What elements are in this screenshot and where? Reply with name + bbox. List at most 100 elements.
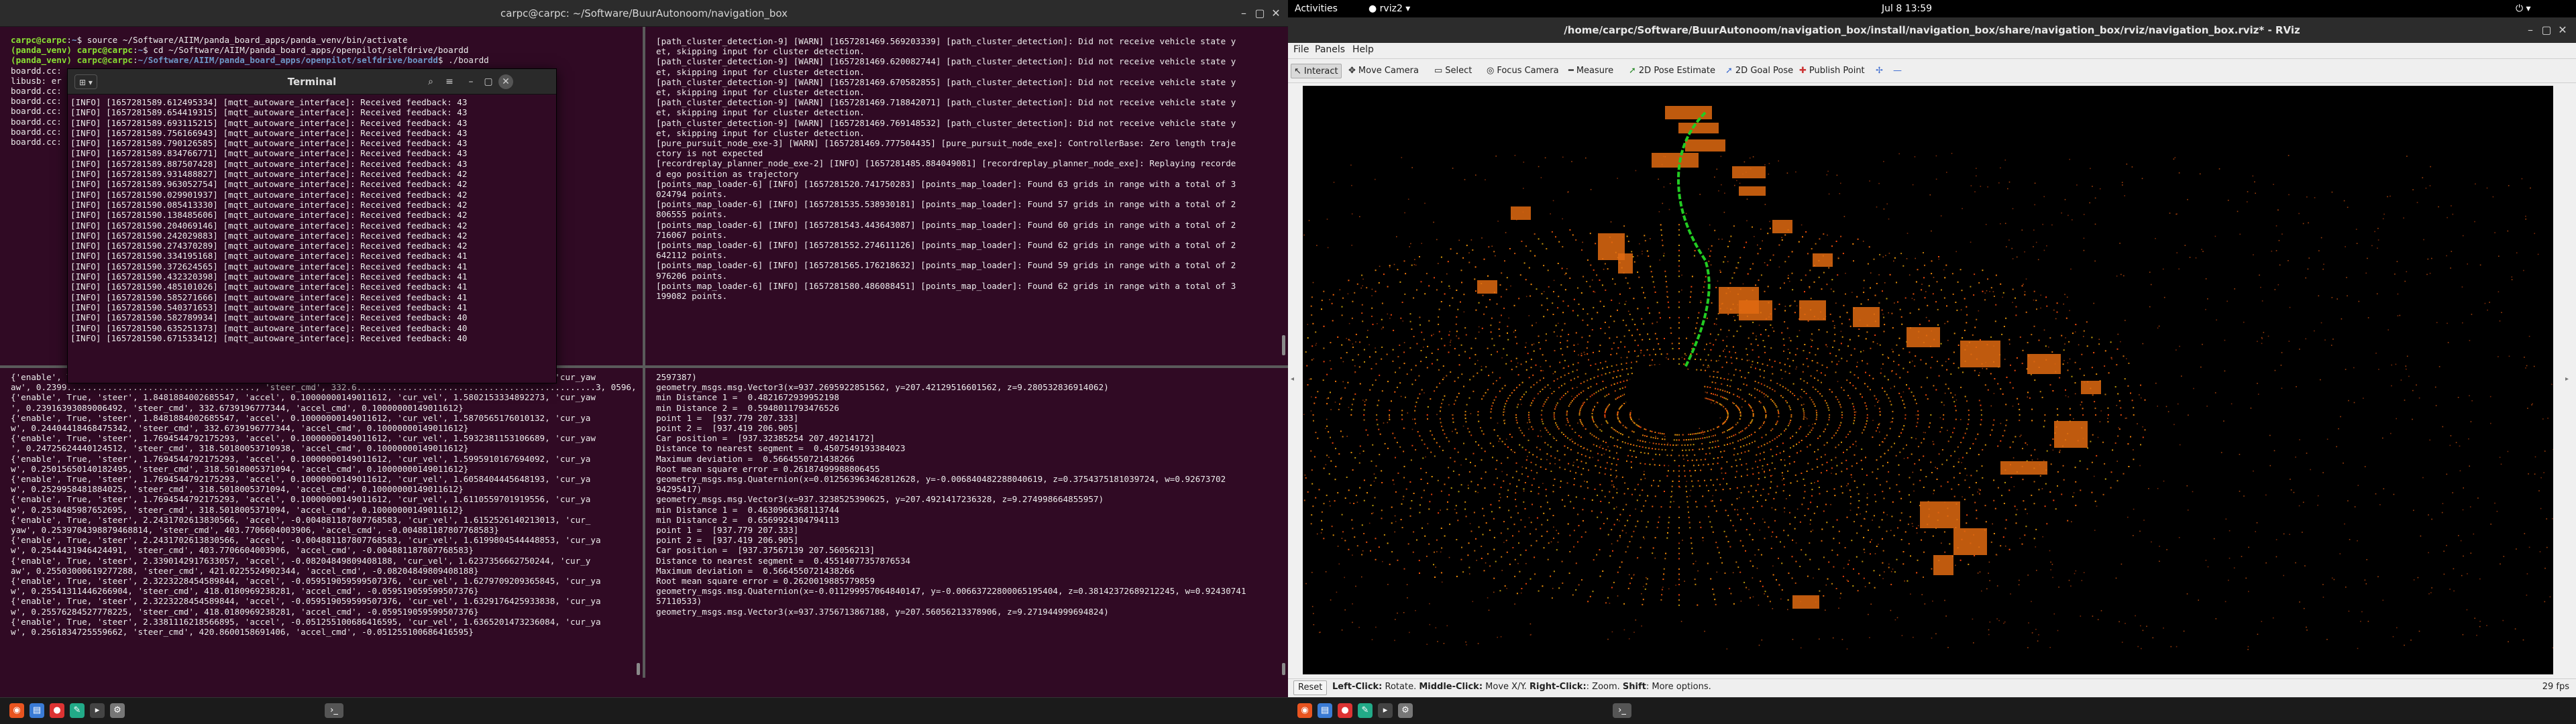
floating-terminal-output[interactable]: [INFO] [1657281589.612495334] [mqtt_auto… [68, 95, 556, 383]
map-point [1754, 554, 1756, 556]
lidar-point [1766, 463, 1768, 465]
scrollbar[interactable] [1282, 663, 1285, 675]
maximize-icon[interactable]: ▢ [1252, 5, 1268, 21]
tool-move-camera[interactable]: ✥ Move Camera [1348, 64, 1419, 78]
lidar-point [1882, 562, 1884, 564]
scrollbar[interactable] [637, 663, 640, 675]
maximize-icon[interactable]: ▢ [2538, 22, 2555, 38]
apps-icon[interactable]: ◉ [9, 703, 24, 718]
add-tool-icon[interactable]: ✢ [1876, 64, 1883, 78]
map-point [1835, 302, 1837, 304]
tool-measure[interactable]: ━ Measure [1568, 64, 1613, 78]
minimize-icon[interactable]: – [2522, 22, 2538, 38]
search-icon[interactable]: ⌕ [423, 74, 438, 89]
terminal-pane-bottom-right[interactable]: 2597387) geometry_msgs.msg.Vector3(x=937.… [645, 368, 1288, 678]
point-cloud-render[interactable] [1303, 86, 2553, 674]
map-point [1371, 295, 1373, 296]
minimize-icon[interactable]: – [1236, 5, 1252, 21]
editor-icon[interactable]: ✎ [70, 703, 85, 718]
scrollbar[interactable] [1282, 335, 1285, 355]
lidar-point [1880, 372, 1882, 374]
files-icon[interactable]: ▤ [30, 703, 44, 718]
lidar-point [1817, 391, 1819, 393]
map-point [2245, 577, 2247, 579]
map-point [1635, 508, 1636, 510]
lidar-point [1363, 349, 1365, 351]
close-icon[interactable]: ✕ [498, 74, 513, 89]
terminal-line: ', 0.23916393089006492, 'steer_cmd', 332… [11, 402, 464, 413]
map-point [1863, 287, 1865, 289]
lidar-point [1846, 468, 1848, 470]
right-dock-handle[interactable]: ▸ [2565, 375, 2569, 383]
minimize-icon[interactable]: – [464, 74, 478, 89]
terminal-pane-top-right[interactable]: [path_cluster_detection-9] [WARN] [16572… [645, 27, 1288, 365]
map-point [1856, 445, 1857, 446]
tool-2d-goal-pose[interactable]: ➚ 2D Goal Pose [1725, 64, 1793, 78]
system-tray-icon[interactable]: ⏻ ▾ [2516, 0, 2531, 17]
menu-help[interactable]: Help [1352, 44, 1374, 55]
map-point [2099, 421, 2101, 422]
active-app-icon[interactable]: ›_ [325, 703, 343, 718]
tool-2d-pose-estimate[interactable]: ➚ 2D Pose Estimate [1629, 64, 1715, 78]
menu-file[interactable]: File [1293, 44, 1309, 55]
lidar-point [1609, 371, 1611, 373]
lidar-point [1515, 471, 1517, 473]
terminal-pane-bottom-left[interactable]: {'enable', True, 'steer', 1.848188400268… [0, 368, 643, 678]
tool-focus-camera[interactable]: ◎ Focus Camera [1487, 64, 1559, 78]
lidar-point [2002, 536, 2004, 538]
settings-icon[interactable]: ⚙ [110, 703, 125, 718]
menu-panels[interactable]: Panels [1315, 44, 1345, 55]
3d-viewport[interactable] [1303, 86, 2553, 674]
terminal-icon[interactable]: ▸ [90, 703, 105, 718]
lidar-point [1509, 434, 1511, 435]
clock[interactable]: Jul 8 13:59 [1882, 0, 1932, 17]
rviz-titlebar[interactable]: /home/carpc/Software/BuurAutonoom/naviga… [1288, 17, 2576, 43]
remove-tool-icon[interactable]: — [1893, 64, 1902, 78]
lidar-point [1539, 448, 1541, 450]
map-point [1882, 313, 1884, 315]
map-point [2322, 597, 2324, 598]
map-point [2250, 408, 2252, 409]
lidar-point [1415, 422, 1416, 424]
lidar-point [1765, 414, 1767, 416]
lidar-point [1678, 316, 1680, 318]
maximize-icon[interactable]: ▢ [481, 74, 496, 89]
map-point [1424, 202, 1426, 204]
lidar-point [1656, 526, 1658, 528]
close-icon[interactable]: ✕ [1268, 5, 1284, 21]
pane-divider[interactable] [643, 27, 645, 678]
floating-terminal-window[interactable]: ⊞ ▾ Terminal ⌕ ≡ – ▢ ✕ [INFO] [165728158… [67, 68, 557, 383]
map-point [1415, 264, 1417, 266]
tool-publish-point[interactable]: ✚ Publish Point [1799, 64, 1865, 78]
activities-button[interactable]: Activities [1295, 0, 1338, 17]
lidar-point [1764, 408, 1766, 410]
terminal-titlebar[interactable]: carpc@carpc: ~/Software/BuurAutonoom/nav… [0, 0, 1288, 27]
menu-icon[interactable]: ≡ [442, 74, 457, 89]
tool-select[interactable]: ▭ Select [1434, 64, 1472, 78]
map-point [2261, 338, 2263, 339]
close-icon[interactable]: ✕ [2555, 22, 2571, 38]
lidar-point [1803, 350, 1805, 352]
map-point [2427, 258, 2429, 260]
lidar-point [1532, 324, 1533, 326]
lidar-point [1438, 323, 1440, 325]
lidar-point [1542, 243, 1544, 245]
browser-icon[interactable]: ● [50, 703, 64, 718]
lidar-point [2023, 500, 2025, 502]
floating-terminal-header[interactable]: ⊞ ▾ Terminal ⌕ ≡ – ▢ ✕ [68, 69, 556, 95]
lidar-point [1776, 406, 1778, 408]
lidar-point [1676, 439, 1678, 441]
map-point [2378, 369, 2379, 370]
lidar-point [1427, 418, 1428, 420]
map-point [1497, 422, 1499, 424]
lidar-point [1648, 452, 1650, 455]
app-menu[interactable]: ● rviz2 ▾ [1368, 0, 1410, 17]
lidar-point [1686, 455, 1688, 457]
map-point [1784, 306, 1786, 307]
lidar-point [1580, 536, 1582, 538]
tool-interact[interactable]: ↖ Interact [1291, 64, 1342, 78]
lidar-point [1688, 434, 1690, 436]
lidar-point [1715, 360, 1717, 362]
left-dock-handle[interactable]: ◂ [1291, 375, 1294, 383]
map-point [1677, 444, 1679, 446]
